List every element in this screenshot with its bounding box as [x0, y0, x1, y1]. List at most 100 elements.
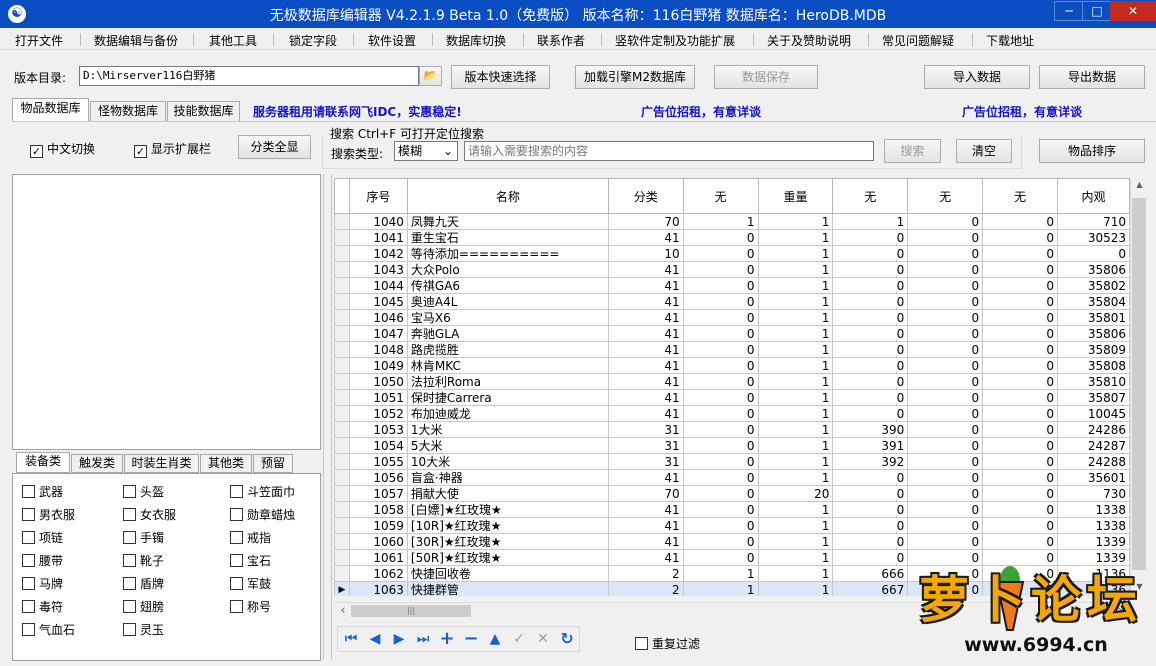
table-cell[interactable]: 0 [832, 485, 909, 502]
table-cell[interactable]: 1052 [348, 405, 408, 422]
table-row[interactable]: 1040 凤舞九天 70 1 1 1 0 0 710 [334, 213, 1130, 230]
row-indicator[interactable]: ▶ [334, 581, 350, 596]
row-indicator[interactable] [334, 517, 350, 534]
table-cell[interactable]: 35810 [1057, 373, 1130, 390]
table-cell[interactable]: 24286 [1057, 421, 1130, 438]
table-cell[interactable]: 1061 [348, 549, 408, 566]
table-cell[interactable]: 0 [682, 277, 759, 294]
table-cell[interactable]: 0 [682, 533, 759, 550]
table-cell[interactable]: 0 [982, 389, 1059, 406]
table-cell[interactable]: 0 [907, 405, 984, 422]
table-cell[interactable]: 1 [757, 245, 834, 262]
table-row[interactable]: 1048 路虎揽胜 41 0 1 0 0 0 35809 [334, 341, 1130, 358]
vertical-scroll-thumb[interactable] [1132, 198, 1146, 570]
table-row[interactable]: 1043 大众Polo 41 0 1 0 0 0 35806 [334, 261, 1130, 278]
search-button[interactable]: 搜索 [884, 139, 941, 163]
table-cell[interactable]: 0 [907, 373, 984, 390]
row-indicator[interactable] [334, 229, 350, 246]
table-cell[interactable]: 24288 [1057, 453, 1130, 470]
table-cell[interactable]: 0 [982, 533, 1059, 550]
column-header[interactable]: 无 [982, 178, 1059, 214]
search-input[interactable]: 请输入需要搜索的内容 [464, 141, 874, 161]
column-header[interactable]: 重量 [757, 178, 834, 214]
table-row[interactable]: 1060 [30R]★红玫瑰★ 41 0 1 0 0 0 1339 [334, 533, 1130, 550]
table-cell[interactable]: 0 [982, 293, 1059, 310]
table-cell[interactable]: 0 [682, 485, 759, 502]
table-cell[interactable]: 666 [832, 565, 909, 582]
minimize-button[interactable]: ─ [1054, 1, 1084, 21]
table-cell[interactable]: 0 [982, 277, 1059, 294]
table-cell[interactable]: 0 [682, 517, 759, 534]
menu-download[interactable]: 下载地址 [986, 32, 1034, 49]
table-cell[interactable]: 0 [832, 277, 909, 294]
table-cell[interactable]: 35802 [1057, 277, 1130, 294]
table-cell[interactable]: 0 [982, 453, 1059, 470]
category-poison-talisman[interactable]: 毒符 [22, 598, 63, 615]
table-cell[interactable]: 0 [832, 341, 909, 358]
table-cell[interactable]: 0 [832, 229, 909, 246]
table-cell[interactable]: 390 [832, 421, 909, 438]
category-belt[interactable]: 腰带 [22, 552, 63, 569]
table-cell[interactable]: 1 [757, 213, 834, 230]
table-cell[interactable]: 1 [682, 565, 759, 582]
category-shield-token[interactable]: 盾牌 [123, 575, 164, 592]
tab-reserved[interactable]: 预留 [253, 454, 293, 473]
table-cell[interactable]: 41 [607, 293, 684, 310]
post-edit-icon[interactable]: ✓ [508, 630, 530, 648]
table-cell[interactable]: 0 [682, 341, 759, 358]
table-cell[interactable]: 1053 [348, 421, 408, 438]
row-indicator[interactable] [334, 325, 350, 342]
table-cell[interactable]: [30R]★红玫瑰★ [406, 533, 609, 550]
table-cell[interactable]: 大众Polo [406, 261, 609, 278]
table-cell[interactable]: 0 [907, 357, 984, 374]
table-cell[interactable]: 0 [907, 293, 984, 310]
table-cell[interactable]: 41 [607, 341, 684, 358]
table-cell[interactable]: 0 [682, 229, 759, 246]
show-ext-checkbox[interactable]: ✓ 显示扩展栏 [134, 140, 211, 158]
table-cell[interactable]: 0 [682, 501, 759, 518]
column-header[interactable]: 无 [682, 178, 759, 214]
repeat-filter-checkbox[interactable]: 重复过滤 [635, 635, 700, 652]
table-row[interactable]: 1044 传祺GA6 41 0 1 0 0 0 35802 [334, 277, 1130, 294]
table-cell[interactable]: 35807 [1057, 389, 1130, 406]
category-bracelet[interactable]: 手镯 [123, 529, 164, 546]
table-cell[interactable]: 1 [757, 229, 834, 246]
row-indicator[interactable] [334, 533, 350, 550]
row-indicator[interactable] [334, 469, 350, 486]
table-cell[interactable]: 0 [907, 485, 984, 502]
table-cell[interactable]: 41 [607, 357, 684, 374]
table-cell[interactable]: 1 [757, 581, 834, 596]
table-cell[interactable]: 1059 [348, 517, 408, 534]
row-indicator[interactable] [334, 261, 350, 278]
table-cell[interactable]: 0 [907, 325, 984, 342]
maximize-button[interactable]: □ [1082, 1, 1112, 21]
table-cell[interactable]: 0 [907, 245, 984, 262]
menu-database-switch[interactable]: 数据库切换 [446, 32, 506, 49]
table-cell[interactable]: 31 [607, 437, 684, 454]
menu-lock-field[interactable]: 锁定字段 [289, 32, 337, 49]
ad-banner-slot[interactable]: 广告位招租，有意详谈 [962, 103, 1082, 120]
column-header[interactable]: 内观 [1057, 178, 1130, 214]
scroll-up-icon[interactable]: ▲ [1133, 180, 1146, 189]
table-cell[interactable]: 路虎揽胜 [406, 341, 609, 358]
table-cell[interactable]: 1048 [348, 341, 408, 358]
horizontal-scroll-thumb[interactable]: ||| [351, 605, 471, 617]
table-cell[interactable]: 1055 [348, 453, 408, 470]
table-cell[interactable]: 41 [607, 325, 684, 342]
chinese-switch-checkbox[interactable]: ✓ 中文切换 [30, 140, 95, 158]
category-wings[interactable]: 翅膀 [123, 598, 164, 615]
table-cell[interactable]: [白嫖]★红玫瑰★ [406, 501, 609, 518]
category-female-armor[interactable]: 女衣服 [123, 506, 176, 523]
table-cell[interactable]: 1 [757, 549, 834, 566]
category-ring[interactable]: 戒指 [230, 529, 271, 546]
scroll-left-icon[interactable]: ‹ [337, 603, 349, 618]
edit-record-icon[interactable]: ▲ [484, 630, 506, 648]
table-cell[interactable]: 41 [607, 277, 684, 294]
load-engine-db-button[interactable]: 加载引擎M2数据库 [575, 65, 695, 89]
table-cell[interactable]: 0 [832, 245, 909, 262]
menu-faq[interactable]: 常见问题解疑 [882, 32, 954, 49]
table-cell[interactable]: 31 [607, 453, 684, 470]
table-cell[interactable]: 0 [907, 309, 984, 326]
table-cell[interactable]: 1 [682, 213, 759, 230]
table-cell[interactable]: 0 [982, 309, 1059, 326]
